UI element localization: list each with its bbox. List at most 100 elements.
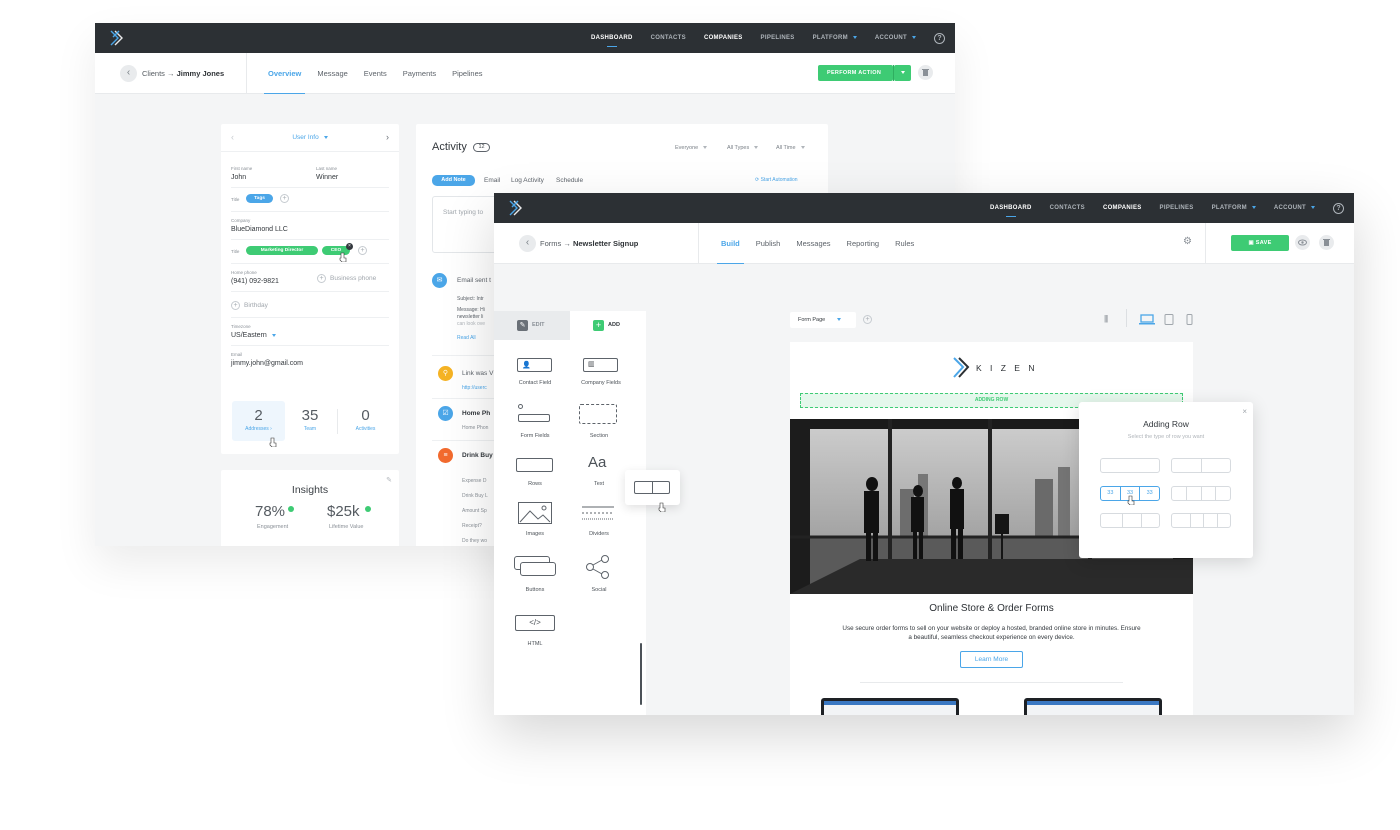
user-info-card: ‹ User Info › First name John Last name … bbox=[221, 124, 399, 454]
back-button[interactable]: ‹ bbox=[120, 65, 137, 82]
nav-pipelines[interactable]: PIPELINES bbox=[761, 23, 795, 53]
filter-types[interactable]: All Types bbox=[727, 145, 759, 151]
tab-reporting[interactable]: Reporting bbox=[847, 223, 880, 264]
tags-pill[interactable]: Tags bbox=[246, 194, 273, 203]
tab-events[interactable]: Events bbox=[364, 53, 387, 94]
activity-item-title[interactable]: Link was V bbox=[462, 370, 493, 377]
title-pill-marketing[interactable]: Marketing Director bbox=[246, 246, 318, 255]
learn-more-button[interactable]: Learn More bbox=[960, 651, 1023, 668]
nav-account[interactable]: ACCOUNT bbox=[875, 23, 916, 53]
nav-platform[interactable]: PLATFORM bbox=[813, 23, 857, 53]
user-info-dropdown[interactable]: User Info bbox=[221, 134, 399, 141]
gear-icon[interactable]: ⚙ bbox=[1183, 236, 1192, 247]
next-arrow-icon[interactable]: › bbox=[386, 132, 389, 142]
preview-button[interactable] bbox=[1295, 235, 1310, 250]
close-icon[interactable]: × bbox=[1242, 407, 1247, 416]
breadcrumb-parent[interactable]: Clients bbox=[142, 69, 165, 78]
tab-rules[interactable]: Rules bbox=[895, 223, 914, 264]
remove-pill-icon[interactable]: × bbox=[346, 243, 353, 250]
tab-messages[interactable]: Messages bbox=[796, 223, 830, 264]
stat-label: Addresses › bbox=[245, 426, 272, 432]
dragging-row-ghost[interactable] bbox=[625, 470, 680, 505]
edit-tab[interactable]: ✎ EDIT bbox=[494, 311, 570, 340]
add-title-button[interactable]: + bbox=[358, 246, 367, 255]
email-action[interactable]: Email bbox=[484, 177, 500, 184]
panel-scrollbar[interactable] bbox=[640, 643, 642, 705]
nav-account[interactable]: ACCOUNT bbox=[1274, 193, 1315, 223]
business-phone-placeholder[interactable]: Business phone bbox=[330, 275, 376, 282]
nav-platform[interactable]: PLATFORM bbox=[1212, 193, 1256, 223]
activity-sub: Home Phon bbox=[462, 425, 489, 431]
breadcrumb-parent[interactable]: Forms bbox=[540, 239, 561, 248]
delete-button[interactable] bbox=[918, 65, 933, 80]
add-page-button[interactable]: + bbox=[863, 315, 872, 324]
code-icon: </> bbox=[515, 615, 555, 631]
first-name-field[interactable]: John bbox=[231, 174, 246, 181]
row-option-4-col[interactable] bbox=[1171, 486, 1231, 501]
kizen-logo-icon[interactable] bbox=[508, 200, 524, 216]
mobile-icon[interactable] bbox=[1186, 314, 1193, 325]
timezone-select[interactable]: US/Eastern bbox=[231, 332, 276, 339]
list-icon: ≡ bbox=[438, 448, 453, 463]
nav-contacts[interactable]: CONTACTS bbox=[651, 23, 686, 53]
filter-everyone[interactable]: Everyone bbox=[675, 145, 708, 151]
nav-contacts[interactable]: CONTACTS bbox=[1050, 193, 1085, 223]
perform-action-button[interactable]: PERFORM ACTION bbox=[818, 65, 893, 81]
tab-overview[interactable]: Overview bbox=[263, 53, 306, 94]
desktop-icon[interactable] bbox=[1139, 314, 1155, 325]
page-select-value: Form Page bbox=[798, 317, 826, 323]
tab-payments[interactable]: Payments bbox=[403, 53, 436, 94]
help-icon[interactable]: ? bbox=[934, 32, 945, 44]
column-width: 33 bbox=[1146, 490, 1153, 496]
company-field[interactable]: BlueDiamond LLC bbox=[231, 226, 288, 233]
activity-link[interactable]: http://userc bbox=[462, 385, 487, 391]
nav-companies[interactable]: COMPANIES bbox=[1103, 193, 1142, 223]
add-tag-button[interactable]: + bbox=[280, 194, 289, 203]
stat-team[interactable]: 35 Team bbox=[291, 401, 329, 441]
start-automation-link[interactable]: ⟳ Start Automation bbox=[755, 177, 798, 183]
help-icon[interactable]: ? bbox=[1333, 202, 1344, 214]
row-option-2-col[interactable] bbox=[1171, 458, 1231, 473]
back-button[interactable]: ‹ bbox=[519, 235, 536, 252]
log-activity-action[interactable]: Log Activity bbox=[511, 177, 544, 184]
delete-button[interactable] bbox=[1319, 235, 1334, 250]
save-button[interactable]: ▣ SAVE bbox=[1231, 235, 1289, 251]
tab-message[interactable]: Message bbox=[317, 53, 347, 94]
email-field[interactable]: jimmy.john@gmail.com bbox=[231, 360, 303, 367]
row-option-3-col-alt[interactable] bbox=[1100, 513, 1160, 528]
add-tab[interactable]: + ADD bbox=[570, 311, 646, 340]
activity-item-title[interactable]: Home Ph bbox=[462, 410, 490, 417]
tab-build[interactable]: Build bbox=[717, 223, 744, 264]
row-option-1-col[interactable] bbox=[1100, 458, 1160, 473]
last-name-field[interactable]: Winner bbox=[316, 174, 338, 181]
birthday-placeholder[interactable]: Birthday bbox=[244, 302, 268, 309]
edit-pencil-icon[interactable]: ✎ bbox=[386, 476, 392, 484]
tablet-icon[interactable] bbox=[1164, 314, 1174, 325]
page-select[interactable]: Form Page bbox=[790, 312, 856, 328]
perform-action-dropdown[interactable] bbox=[894, 65, 911, 81]
plus-icon: + bbox=[593, 320, 604, 331]
row-option-4-col-alt[interactable] bbox=[1171, 513, 1231, 528]
nav-account-label: ACCOUNT bbox=[874, 35, 907, 41]
nav-dashboard[interactable]: DASHBOARD bbox=[990, 193, 1032, 223]
stat-addresses[interactable]: 2 Addresses › bbox=[232, 401, 285, 441]
home-phone-field[interactable]: (941) 092-9821 bbox=[231, 278, 279, 285]
add-business-phone-button[interactable]: + bbox=[317, 274, 326, 283]
nav-dashboard[interactable]: DASHBOARD bbox=[591, 23, 633, 53]
divider bbox=[1205, 223, 1206, 264]
nav-pipelines[interactable]: PIPELINES bbox=[1160, 193, 1194, 223]
activity-item-title[interactable]: Drink Buy bbox=[462, 452, 493, 459]
filter-time[interactable]: All Time bbox=[776, 145, 805, 151]
divider-icon bbox=[582, 506, 614, 520]
columns-icon[interactable]: ||| bbox=[1104, 314, 1108, 323]
kizen-logo-icon[interactable] bbox=[109, 30, 125, 46]
add-birthday-button[interactable]: + bbox=[231, 301, 240, 310]
tab-pipelines[interactable]: Pipelines bbox=[452, 53, 482, 94]
add-note-button[interactable]: Add Note bbox=[432, 175, 475, 186]
read-all-link[interactable]: Read All bbox=[457, 335, 476, 341]
stat-activities[interactable]: 0 Activities bbox=[343, 401, 388, 441]
activity-item-title[interactable]: Email sent t bbox=[457, 277, 491, 284]
nav-companies[interactable]: COMPANIES bbox=[704, 23, 743, 53]
schedule-action[interactable]: Schedule bbox=[556, 177, 583, 184]
tab-publish[interactable]: Publish bbox=[756, 223, 781, 264]
